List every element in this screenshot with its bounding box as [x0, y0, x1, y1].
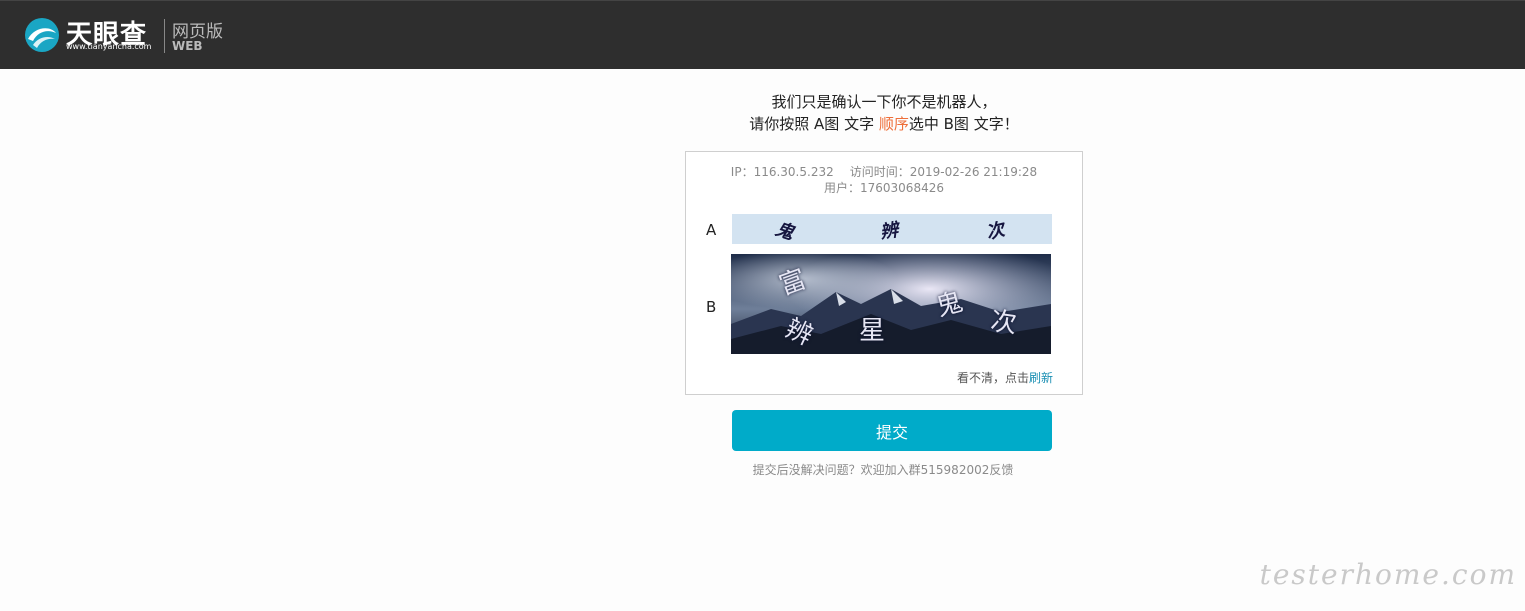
captcha-image-b[interactable]: 富 辨 星 鬼 次 [731, 254, 1051, 354]
visitor-info: IP：116.30.5.232 访问时间：2019-02-26 21:19:28 [686, 163, 1082, 180]
instruction-line-1: 我们只是确认一下你不是机器人， [771, 93, 997, 111]
instruction-text-before: 请你按照 A图 文字 [749, 115, 879, 133]
eye-logo-icon [25, 18, 59, 52]
image-b-char[interactable]: 星 [859, 310, 885, 347]
image-b-char[interactable]: 次 [989, 300, 1020, 340]
refresh-hint: 看不清，点击 [956, 371, 1029, 385]
image-a-char: 次 [984, 219, 1007, 244]
site-watermark: testerhome.com [1259, 558, 1517, 591]
instruction-line-2: 请你按照 A图 文字 顺序选中 B图 文字！ [600, 113, 1168, 134]
submit-button[interactable]: 提交 [732, 410, 1052, 451]
captcha-card: IP：116.30.5.232 访问时间：2019-02-26 21:19:28 … [685, 151, 1083, 395]
brand-domain: www.tianyancha.com [66, 42, 152, 51]
image-a-char: 辨 [878, 219, 900, 244]
captcha-image-a: 鬼 辨 次 [732, 214, 1052, 244]
logo-divider [164, 19, 165, 53]
instruction-highlight: 顺序 [878, 115, 909, 133]
ip-address: IP：116.30.5.232 [730, 165, 834, 179]
instruction-text-after: 选中 B图 文字！ [908, 115, 1019, 133]
image-a-char: 鬼 [772, 218, 797, 245]
refresh-row: 看不清，点击刷新 [957, 369, 1053, 386]
visit-time: 访问时间：2019-02-26 21:19:28 [849, 165, 1038, 179]
image-b-label: B [706, 298, 717, 316]
tianyancha-logo[interactable]: 天眼查 www.tianyancha.com 网页版 WEB [24, 17, 234, 57]
refresh-link[interactable]: 刷新 [1029, 371, 1053, 385]
edition-label-en: WEB [172, 39, 203, 53]
user-id: 用户：17603068426 [824, 181, 944, 195]
top-bar: 天眼查 www.tianyancha.com 网页版 WEB [0, 0, 1525, 69]
image-a-label: A [706, 221, 717, 239]
feedback-help-text: 提交后没解决问题？欢迎加入群515982002反馈 [752, 463, 1014, 477]
